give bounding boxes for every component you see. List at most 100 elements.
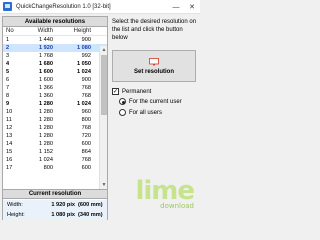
list-item[interactable]: 4 1 680 1 050 bbox=[3, 60, 107, 68]
row-number: 7 bbox=[6, 85, 10, 91]
set-resolution-button[interactable]: Set resolution bbox=[112, 50, 196, 82]
row-number: 10 bbox=[6, 109, 13, 115]
col-no-header: No bbox=[6, 28, 14, 34]
row-height: 768 bbox=[81, 125, 91, 131]
current-width-row: Width: 1 920 pix (600 mm) bbox=[3, 200, 107, 210]
row-height: 800 bbox=[81, 117, 91, 123]
row-height: 768 bbox=[81, 85, 91, 91]
row-height: 1 024 bbox=[77, 69, 91, 75]
row-width: 1 600 bbox=[39, 77, 53, 83]
radio-current-user[interactable]: For the current user bbox=[119, 98, 182, 105]
actions-panel: Select the desired resolution on the lis… bbox=[112, 16, 198, 220]
row-width: 1 152 bbox=[39, 149, 53, 155]
list-item[interactable]: 17 800 600 bbox=[3, 164, 107, 172]
window-title: QuickChangeResolution 1.0 [32-bit] bbox=[16, 3, 111, 10]
row-height: 768 bbox=[81, 93, 91, 99]
row-height: 720 bbox=[81, 133, 91, 139]
watermark-sub: download bbox=[160, 202, 194, 210]
list-scrollbar[interactable]: ▲ ▼ bbox=[99, 46, 107, 189]
row-number: 12 bbox=[6, 125, 13, 131]
current-width-mm: (600 mm) bbox=[78, 202, 103, 208]
radio-selected-icon[interactable] bbox=[119, 98, 126, 105]
list-item[interactable]: 12 1 280 768 bbox=[3, 124, 107, 132]
row-width: 1 280 bbox=[39, 133, 53, 139]
row-number: 1 bbox=[6, 37, 10, 43]
row-width: 1 366 bbox=[39, 85, 53, 91]
all-users-label: For all users bbox=[129, 109, 163, 116]
list-item[interactable]: 15 1 152 864 bbox=[3, 148, 107, 156]
list-item[interactable]: 8 1 360 768 bbox=[3, 92, 107, 100]
row-number: 16 bbox=[6, 157, 13, 163]
set-resolution-label: Set resolution bbox=[133, 68, 174, 75]
current-width-value: 1 920 pix bbox=[51, 202, 75, 208]
row-number: 5 bbox=[6, 69, 10, 75]
row-height: 992 bbox=[81, 53, 91, 59]
permanent-label: Permanent bbox=[122, 88, 152, 95]
row-number: 4 bbox=[6, 61, 10, 67]
instruction-text: Select the desired resolution on the lis… bbox=[112, 19, 197, 41]
monitor-icon bbox=[149, 57, 159, 65]
list-item[interactable]: 1 1 440 900 bbox=[3, 36, 107, 44]
row-number: 11 bbox=[6, 117, 12, 123]
row-width: 1 280 bbox=[39, 101, 53, 107]
col-width-header: Width bbox=[37, 28, 53, 34]
column-headers: No Width Height bbox=[3, 27, 107, 36]
list-item[interactable]: 14 1 280 600 bbox=[3, 140, 107, 148]
row-width: 1 024 bbox=[39, 157, 53, 163]
row-number: 13 bbox=[6, 133, 13, 139]
watermark: lime download bbox=[112, 176, 198, 216]
row-height: 960 bbox=[81, 109, 91, 115]
row-width: 1 768 bbox=[39, 53, 53, 59]
row-width: 1 280 bbox=[39, 109, 53, 115]
scroll-down-icon[interactable]: ▼ bbox=[100, 181, 108, 189]
col-height-header: Height bbox=[73, 28, 91, 34]
row-number: 9 bbox=[6, 101, 10, 107]
row-number: 3 bbox=[6, 53, 10, 59]
scroll-thumb[interactable] bbox=[101, 55, 107, 115]
row-width: 1 280 bbox=[39, 117, 53, 123]
permanent-checkbox[interactable]: ✓ Permanent bbox=[112, 88, 151, 95]
row-width: 1 360 bbox=[39, 93, 53, 99]
list-item[interactable]: 11 1 280 800 bbox=[3, 116, 107, 124]
radio-empty-icon[interactable] bbox=[119, 109, 126, 116]
row-height: 600 bbox=[81, 141, 91, 147]
list-item[interactable]: 6 1 600 900 bbox=[3, 76, 107, 84]
available-resolutions-header: Available resolutions bbox=[3, 17, 107, 27]
app-icon bbox=[3, 2, 12, 11]
title-bar: QuickChangeResolution 1.0 [32-bit] — ✕ bbox=[0, 0, 200, 14]
close-button[interactable]: ✕ bbox=[184, 0, 200, 14]
current-width-label: Width: bbox=[7, 202, 23, 208]
current-height-value: 1 080 pix bbox=[51, 212, 75, 218]
row-number: 6 bbox=[6, 77, 10, 83]
checkmark-icon[interactable]: ✓ bbox=[112, 88, 119, 95]
current-user-label: For the current user bbox=[129, 98, 182, 105]
row-number: 2 bbox=[6, 45, 10, 51]
current-height-mm: (340 mm) bbox=[78, 212, 103, 218]
list-item[interactable]: 3 1 768 992 bbox=[3, 52, 107, 60]
row-number: 15 bbox=[6, 149, 13, 155]
list-item[interactable]: 13 1 280 720 bbox=[3, 132, 107, 140]
row-width: 1 280 bbox=[39, 141, 53, 147]
row-width: 1 600 bbox=[39, 69, 53, 75]
row-height: 1 024 bbox=[77, 101, 91, 107]
list-item[interactable]: 7 1 366 768 bbox=[3, 84, 107, 92]
list-item[interactable]: 16 1 024 768 bbox=[3, 156, 107, 164]
list-item[interactable]: 9 1 280 1 024 bbox=[3, 100, 107, 108]
minimize-button[interactable]: — bbox=[168, 0, 184, 14]
row-height: 1 050 bbox=[77, 61, 91, 67]
row-number: 8 bbox=[6, 93, 10, 99]
row-width: 1 440 bbox=[39, 37, 53, 43]
row-width: 1 280 bbox=[39, 125, 53, 131]
current-height-row: Height: 1 080 pix (340 mm) bbox=[3, 210, 107, 220]
row-width: 1 680 bbox=[39, 61, 53, 67]
scroll-up-icon[interactable]: ▲ bbox=[100, 46, 108, 54]
row-height: 864 bbox=[81, 149, 91, 155]
list-item[interactable]: 10 1 280 960 bbox=[3, 108, 107, 116]
row-height: 900 bbox=[81, 77, 91, 83]
radio-all-users[interactable]: For all users bbox=[119, 109, 162, 116]
list-item[interactable]: 5 1 600 1 024 bbox=[3, 68, 107, 76]
row-number: 17 bbox=[6, 165, 13, 171]
resolution-list[interactable]: 1 1 440 900 2 1 920 1 080 3 1 768 992 4 1 680 1 050… bbox=[3, 36, 107, 179]
list-item[interactable]: 2 1 920 1 080 bbox=[3, 44, 107, 52]
row-number: 14 bbox=[6, 141, 13, 147]
